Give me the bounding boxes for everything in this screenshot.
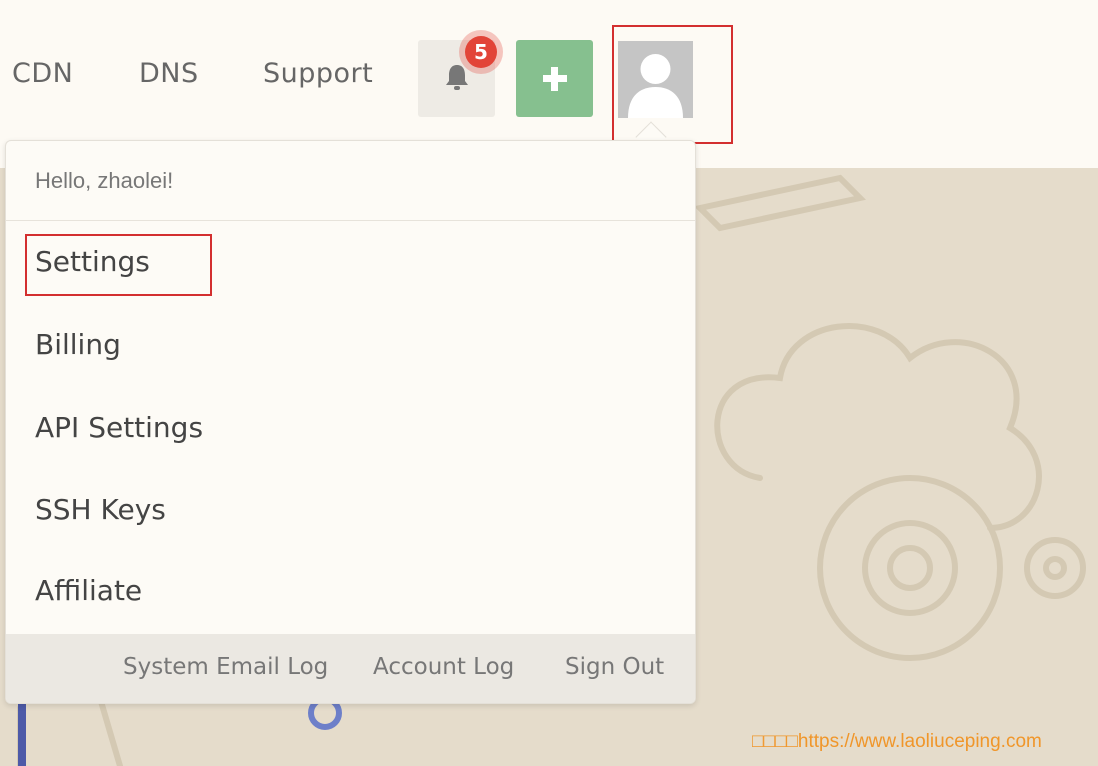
watermark-text: □□□□https://www.laoliuceping.com	[752, 731, 1042, 752]
menu-item-ssh-keys[interactable]: SSH Keys	[35, 493, 166, 526]
nav-link-support[interactable]: Support	[263, 58, 373, 89]
create-button[interactable]	[516, 40, 593, 117]
caret-joint	[630, 141, 672, 153]
account-dropdown-menu: Hello, zhaolei! Settings Billing API Set…	[5, 140, 696, 704]
menu-item-affiliate[interactable]: Affiliate	[35, 574, 142, 607]
notification-count: 5	[465, 36, 497, 68]
notification-badge: 5	[459, 30, 503, 74]
user-avatar-icon	[618, 41, 693, 118]
greeting-text: Hello, zhaolei!	[35, 168, 174, 193]
menu-item-billing[interactable]: Billing	[35, 328, 121, 361]
sign-out-link[interactable]: Sign Out	[565, 654, 664, 680]
account-menu-toggle[interactable]	[612, 25, 733, 144]
system-email-log-link[interactable]: System Email Log	[123, 654, 328, 680]
account-log-link[interactable]: Account Log	[373, 654, 514, 680]
nav-link-cdn[interactable]: CDN	[12, 58, 73, 89]
dropdown-footer: System Email Log Account Log Sign Out	[6, 634, 695, 703]
settings-highlight-box	[25, 234, 212, 296]
menu-item-api-settings[interactable]: API Settings	[35, 411, 203, 444]
divider	[6, 220, 695, 221]
nav-link-dns[interactable]: DNS	[139, 58, 199, 89]
